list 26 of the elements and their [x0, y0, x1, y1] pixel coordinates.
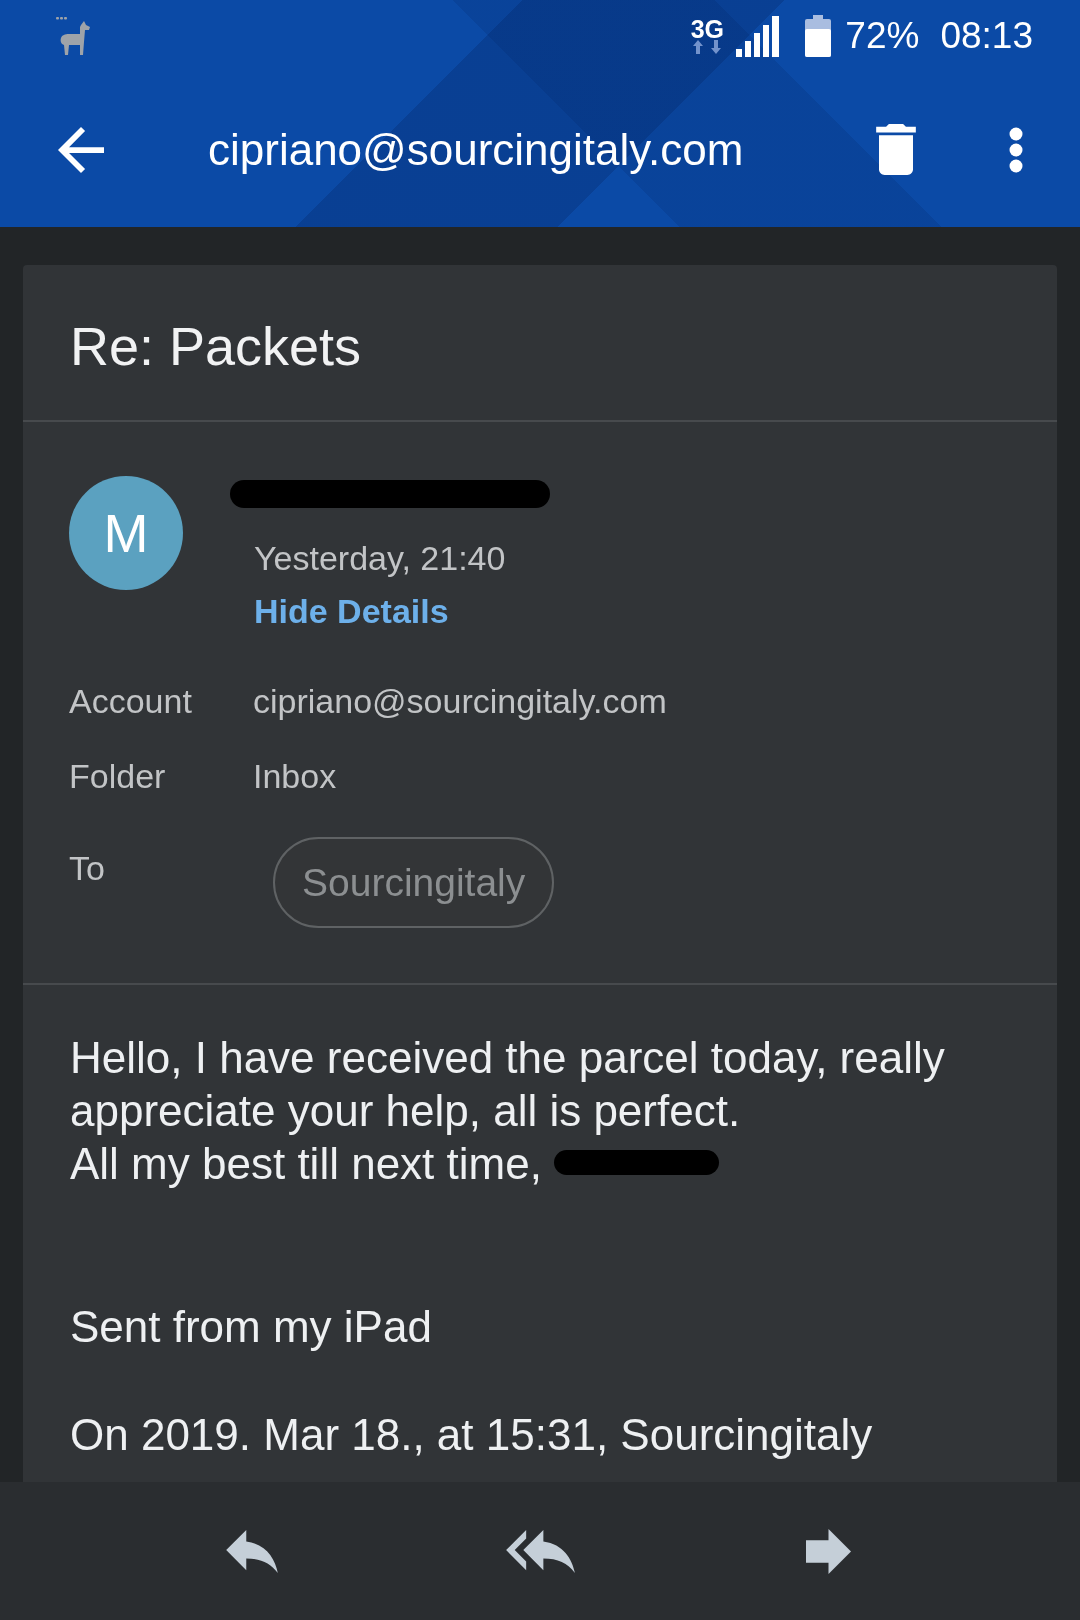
detail-label: Folder [69, 756, 167, 796]
reply-all-icon[interactable] [505, 1529, 575, 1573]
toolbar-title: cipriano@sourcingitaly.com [208, 123, 745, 176]
trash-icon[interactable] [876, 124, 916, 175]
detail-value: cipriano@sourcingitaly.com [253, 681, 667, 721]
recipient-chip[interactable]: Sourcingitaly [273, 837, 555, 928]
message-text: Hello, I have received the parcel today, really appreciate your help, all is perfect. All my best till next time, [70, 1033, 945, 1188]
llama-icon [55, 16, 93, 56]
menu-dots-icon[interactable] [1009, 126, 1023, 173]
detail-value: Inbox [253, 756, 337, 796]
message-date: Yesterday, 21:40 [254, 538, 506, 578]
reply-icon[interactable] [226, 1529, 278, 1573]
detail-label: To [69, 848, 106, 888]
signal-icon [736, 15, 780, 57]
sender-avatar: M [69, 476, 183, 590]
battery-percentage: 72% [845, 14, 920, 58]
back-arrow-icon[interactable] [58, 126, 104, 173]
network-type-label: 3G [690, 18, 724, 40]
signature-text: Sent from my iPad [70, 1301, 433, 1353]
email-subject: Re: Packets [70, 314, 362, 378]
forward-icon[interactable] [804, 1528, 852, 1574]
detail-label: Account [69, 681, 193, 721]
hide-details-link[interactable]: Hide Details [254, 591, 449, 631]
quote-header-text: On 2019. Mar 18., at 15:31, Sourcingitaly [70, 1409, 874, 1461]
battery-icon [805, 15, 832, 57]
clock-time: 08:13 [940, 14, 1033, 58]
